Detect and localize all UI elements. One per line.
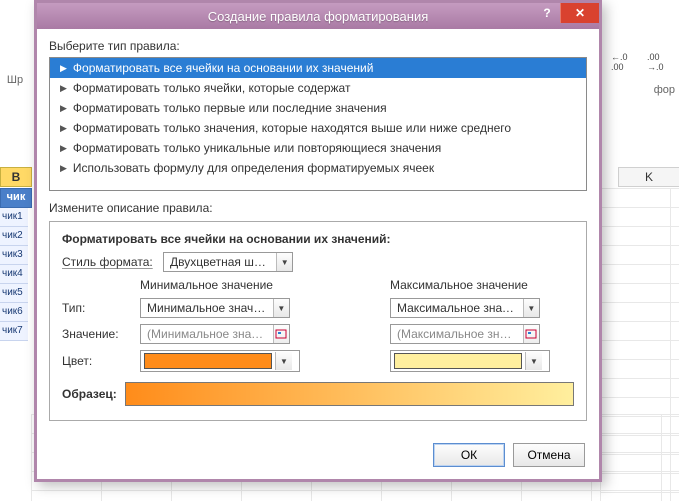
max-value-placeholder: (Максимальное значение xyxy=(391,327,523,341)
cell-a[interactable]: чик6 xyxy=(0,303,28,322)
max-color-combo[interactable]: ▼ xyxy=(390,350,550,372)
rule-type-item[interactable]: ▶ Форматировать только значения, которые… xyxy=(50,118,586,138)
min-value-input[interactable]: (Минимальное значение xyxy=(140,324,290,344)
rule-type-label: Использовать формулу для определения фор… xyxy=(73,161,434,175)
dialog-footer: ОК Отмена xyxy=(37,433,599,479)
edit-rule-description-label: Измените описание правила: xyxy=(49,201,587,215)
cell-header[interactable]: чик xyxy=(0,188,32,208)
rule-type-label: Форматировать только уникальные или повт… xyxy=(73,141,441,155)
chevron-down-icon: ▼ xyxy=(276,253,292,271)
cell-a[interactable]: чик3 xyxy=(0,246,28,265)
column-header-k[interactable]: K xyxy=(618,167,679,187)
rule-type-label: Форматировать только ячейки, которые сод… xyxy=(73,81,351,95)
rule-type-label: Форматировать все ячейки на основании их… xyxy=(73,61,374,75)
rule-type-item[interactable]: ▶ Форматировать только уникальные или по… xyxy=(50,138,586,158)
range-picker-icon[interactable] xyxy=(273,325,289,343)
color-label: Цвет: xyxy=(62,354,130,368)
cell-a[interactable]: чик5 xyxy=(0,284,28,303)
cell-a[interactable]: чик7 xyxy=(0,322,28,341)
chevron-down-icon: ▼ xyxy=(523,299,539,317)
play-icon: ▶ xyxy=(60,63,67,74)
format-style-label: Стиль формата: xyxy=(62,255,157,269)
titlebar[interactable]: Создание правила форматирования ? ✕ xyxy=(37,3,599,29)
ribbon-fragment: ←.0 .00 .00 →.0 фор xyxy=(609,48,679,128)
gradient-preview xyxy=(125,382,574,406)
min-type-combo[interactable]: Минимальное значение ▼ xyxy=(140,298,290,318)
dialog-title: Создание правила форматирования xyxy=(37,9,599,24)
ribbon-group-label: фор xyxy=(609,76,679,96)
decrease-decimal-icon[interactable]: .00 →.0 xyxy=(647,52,677,72)
rule-type-item[interactable]: ▶ Использовать формулу для определения ф… xyxy=(50,158,586,178)
rule-type-list[interactable]: ▶ Форматировать все ячейки на основании … xyxy=(49,57,587,191)
rule-type-label: Форматировать только первые или последни… xyxy=(73,101,387,115)
column-header-b[interactable]: B xyxy=(0,167,32,187)
help-button[interactable]: ? xyxy=(534,3,560,23)
rule-type-item[interactable]: ▶ Форматировать все ячейки на основании … xyxy=(50,58,586,78)
min-color-combo[interactable]: ▼ xyxy=(140,350,300,372)
rule-type-item[interactable]: ▶ Форматировать только первые или послед… xyxy=(50,98,586,118)
format-style-combo[interactable]: Двухцветная шкала ▼ xyxy=(163,252,293,272)
min-value-placeholder: (Минимальное значение xyxy=(141,327,273,341)
min-color-swatch xyxy=(144,353,272,369)
minimum-header: Минимальное значение xyxy=(140,278,300,292)
close-icon: ✕ xyxy=(575,6,585,20)
max-value-input[interactable]: (Максимальное значение xyxy=(390,324,540,344)
cancel-button[interactable]: Отмена xyxy=(513,443,585,467)
close-button[interactable]: ✕ xyxy=(560,3,599,23)
max-type-combo[interactable]: Максимальное значение ▼ xyxy=(390,298,540,318)
play-icon: ▶ xyxy=(60,103,67,114)
rule-description-panel: Форматировать все ячейки на основании их… xyxy=(49,221,587,421)
range-picker-icon[interactable] xyxy=(523,325,539,343)
maximum-header: Максимальное значение xyxy=(390,278,550,292)
play-icon: ▶ xyxy=(60,123,67,134)
rule-subtitle: Форматировать все ячейки на основании их… xyxy=(62,232,574,246)
select-rule-type-label: Выберите тип правила: xyxy=(49,39,587,53)
value-label: Значение: xyxy=(62,327,130,341)
cell-a[interactable]: чик4 xyxy=(0,265,28,284)
max-color-swatch xyxy=(394,353,522,369)
ribbon-fragment-shr: Шр xyxy=(0,62,30,86)
play-icon: ▶ xyxy=(60,143,67,154)
cell-a[interactable]: чик1 xyxy=(0,208,28,227)
cell-a[interactable]: чик2 xyxy=(0,227,28,246)
play-icon: ▶ xyxy=(60,163,67,174)
chevron-down-icon: ▼ xyxy=(275,352,292,370)
increase-decimal-icon[interactable]: ←.0 .00 xyxy=(611,52,641,72)
min-type-value: Минимальное значение xyxy=(141,301,273,315)
max-type-value: Максимальное значение xyxy=(391,301,523,315)
rule-type-label: Форматировать только значения, которые н… xyxy=(73,121,511,135)
chevron-down-icon: ▼ xyxy=(525,352,542,370)
ok-button[interactable]: ОК xyxy=(433,443,505,467)
format-style-value: Двухцветная шкала xyxy=(164,255,276,269)
preview-label: Образец: xyxy=(62,387,117,401)
new-formatting-rule-dialog: Создание правила форматирования ? ✕ Выбе… xyxy=(34,0,602,482)
play-icon: ▶ xyxy=(60,83,67,94)
rule-type-item[interactable]: ▶ Форматировать только ячейки, которые с… xyxy=(50,78,586,98)
chevron-down-icon: ▼ xyxy=(273,299,289,317)
type-label: Тип: xyxy=(62,301,130,315)
